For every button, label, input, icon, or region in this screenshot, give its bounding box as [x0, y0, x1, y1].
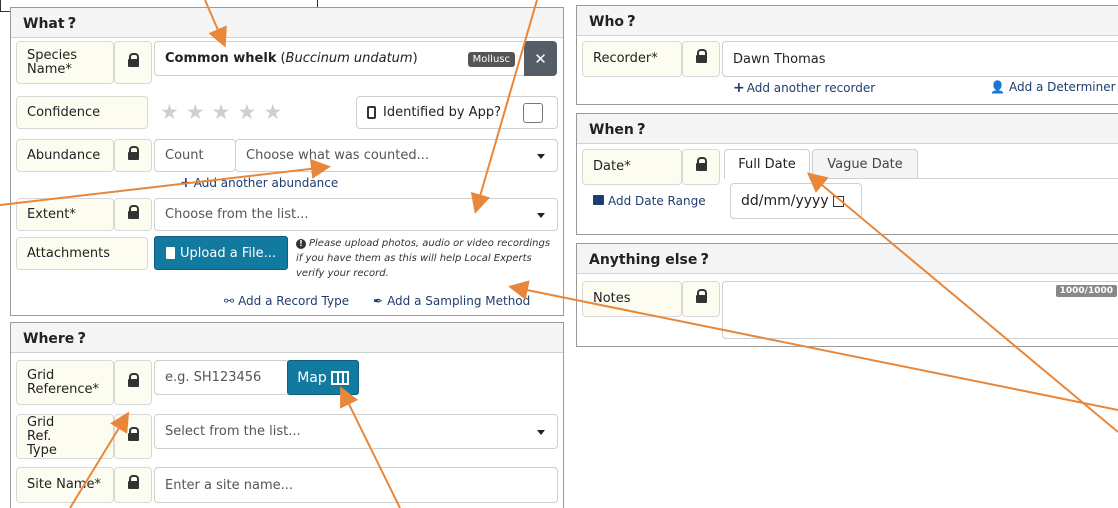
- anything-else-header: Anything else?: [577, 244, 1118, 274]
- tab-full-date[interactable]: Full Date: [724, 149, 810, 179]
- species-group-badge: Mollusc: [467, 52, 515, 67]
- site-name-input[interactable]: Enter a site name...: [154, 467, 558, 503]
- grid-ref-type-label: Grid Ref. Type: [16, 414, 114, 459]
- when-header: When?: [577, 114, 1118, 144]
- upload-file-button[interactable]: Upload a File...: [154, 236, 288, 270]
- eyedropper-icon: ✒: [373, 294, 384, 308]
- attachments-label: Attachments: [16, 237, 148, 270]
- species-lock-button[interactable]: [114, 41, 152, 84]
- add-recorder-link[interactable]: + Add another recorder: [733, 80, 875, 96]
- extent-select[interactable]: Choose from the list...: [154, 198, 558, 231]
- when-title: When: [589, 122, 634, 138]
- grid-ref-type-select[interactable]: Select from the list...: [154, 414, 558, 449]
- add-record-type-link[interactable]: ⚯ Add a Record Type: [224, 294, 349, 308]
- date-input[interactable]: dd/mm/yyyy: [730, 183, 862, 219]
- abundance-select[interactable]: Choose what was counted...: [235, 139, 558, 172]
- date-lock-button[interactable]: [682, 149, 720, 185]
- map-icon: [330, 370, 349, 385]
- extent-select-text: Choose from the list...: [165, 207, 309, 222]
- chevron-down-icon: [537, 212, 545, 218]
- when-help-icon[interactable]: ?: [637, 120, 646, 138]
- calendar-picker-icon[interactable]: [832, 195, 844, 207]
- what-help-icon[interactable]: ?: [68, 14, 77, 32]
- lock-icon: [128, 145, 139, 161]
- add-determiner-link[interactable]: 👤 Add a Determiner: [990, 80, 1116, 94]
- species-common-name: Common whelk: [165, 51, 277, 66]
- anything-else-title: Anything else: [589, 252, 698, 268]
- lock-icon: [128, 52, 139, 68]
- recorder-label: Recorder*: [582, 41, 682, 77]
- star-icon[interactable]: ★: [160, 100, 179, 124]
- species-input[interactable]: Common whelk (Buccinum undatum) Mollusc: [154, 41, 526, 76]
- where-header: Where?: [11, 323, 563, 353]
- where-title: Where: [23, 331, 75, 347]
- who-header: Who?: [577, 6, 1118, 36]
- lock-icon: [696, 157, 707, 172]
- add-abundance-link[interactable]: + Add another abundance: [180, 175, 338, 191]
- site-name-label: Site Name*: [16, 467, 114, 503]
- abundance-label: Abundance: [16, 139, 114, 172]
- what-title: What: [23, 16, 65, 32]
- lock-icon: [696, 289, 707, 304]
- tab-vague-date[interactable]: Vague Date: [812, 149, 918, 179]
- lock-icon: [696, 49, 707, 64]
- add-sampling-method-link[interactable]: ✒ Add a Sampling Method: [373, 294, 530, 308]
- what-header: What?: [11, 8, 563, 38]
- notes-lock-button[interactable]: [682, 281, 720, 317]
- upload-note: ! Please upload photos, audio or video re…: [296, 238, 551, 279]
- star-icon[interactable]: ★: [186, 100, 205, 124]
- abundance-lock-button[interactable]: [114, 139, 152, 172]
- star-icon[interactable]: ★: [263, 100, 282, 124]
- star-icon[interactable]: ★: [237, 100, 256, 124]
- grid-ref-type-select-text: Select from the list...: [165, 424, 301, 439]
- phone-icon: [367, 106, 376, 119]
- tab-divider: [810, 178, 1118, 179]
- user-check-icon: 👤: [990, 80, 1005, 94]
- abundance-count-input[interactable]: Count: [154, 139, 236, 172]
- grid-reference-lock-button[interactable]: [114, 360, 152, 405]
- site-name-lock-button[interactable]: [114, 467, 152, 503]
- grid-reference-input[interactable]: e.g. SH123456: [154, 360, 290, 395]
- binoculars-icon: ⚯: [224, 294, 235, 308]
- identified-by-app: Identified by App?: [356, 96, 558, 129]
- lock-icon: [128, 204, 139, 220]
- who-title: Who: [589, 14, 625, 30]
- extent-label: Extent*: [16, 198, 114, 231]
- identified-by-app-label: Identified by App?: [383, 105, 501, 120]
- add-date-range-link[interactable]: Add Date Range: [593, 194, 706, 208]
- plus-icon: +: [180, 175, 192, 191]
- notes-label: Notes: [582, 281, 682, 317]
- recorder-lock-button[interactable]: [682, 41, 720, 77]
- chevron-down-icon: [537, 429, 545, 435]
- where-help-icon[interactable]: ?: [77, 329, 86, 347]
- calendar-icon: [593, 195, 604, 205]
- who-help-icon[interactable]: ?: [627, 12, 636, 30]
- confidence-label: Confidence: [16, 96, 148, 129]
- chevron-down-icon: [537, 153, 545, 159]
- grid-reference-label: Grid Reference*: [16, 360, 114, 405]
- char-counter-badge: 1000/1000: [1055, 285, 1117, 297]
- abundance-select-text: Choose what was counted...: [246, 148, 430, 163]
- lock-icon: [128, 372, 139, 388]
- file-icon: [166, 247, 176, 259]
- extent-lock-button[interactable]: [114, 198, 152, 231]
- lock-icon: [128, 475, 139, 490]
- recorder-input[interactable]: Dawn Thomas: [722, 41, 1118, 77]
- plus-icon: +: [733, 80, 745, 96]
- star-icon[interactable]: ★: [212, 100, 231, 124]
- identified-by-app-checkbox[interactable]: [523, 103, 543, 123]
- grid-ref-type-lock-button[interactable]: [114, 414, 152, 459]
- date-label: Date*: [582, 149, 682, 185]
- species-latin-name: Buccinum undatum: [285, 51, 413, 66]
- lock-icon: [128, 426, 139, 442]
- anything-else-help-icon[interactable]: ?: [700, 250, 709, 268]
- confidence-stars[interactable]: ★ ★ ★ ★ ★: [160, 98, 289, 126]
- notes-textarea[interactable]: 1000/1000: [722, 281, 1118, 339]
- map-button[interactable]: Map: [287, 360, 359, 395]
- info-icon: !: [296, 239, 306, 249]
- species-name-label: Species Name*: [16, 41, 114, 84]
- clear-species-button[interactable]: ✕: [524, 41, 557, 76]
